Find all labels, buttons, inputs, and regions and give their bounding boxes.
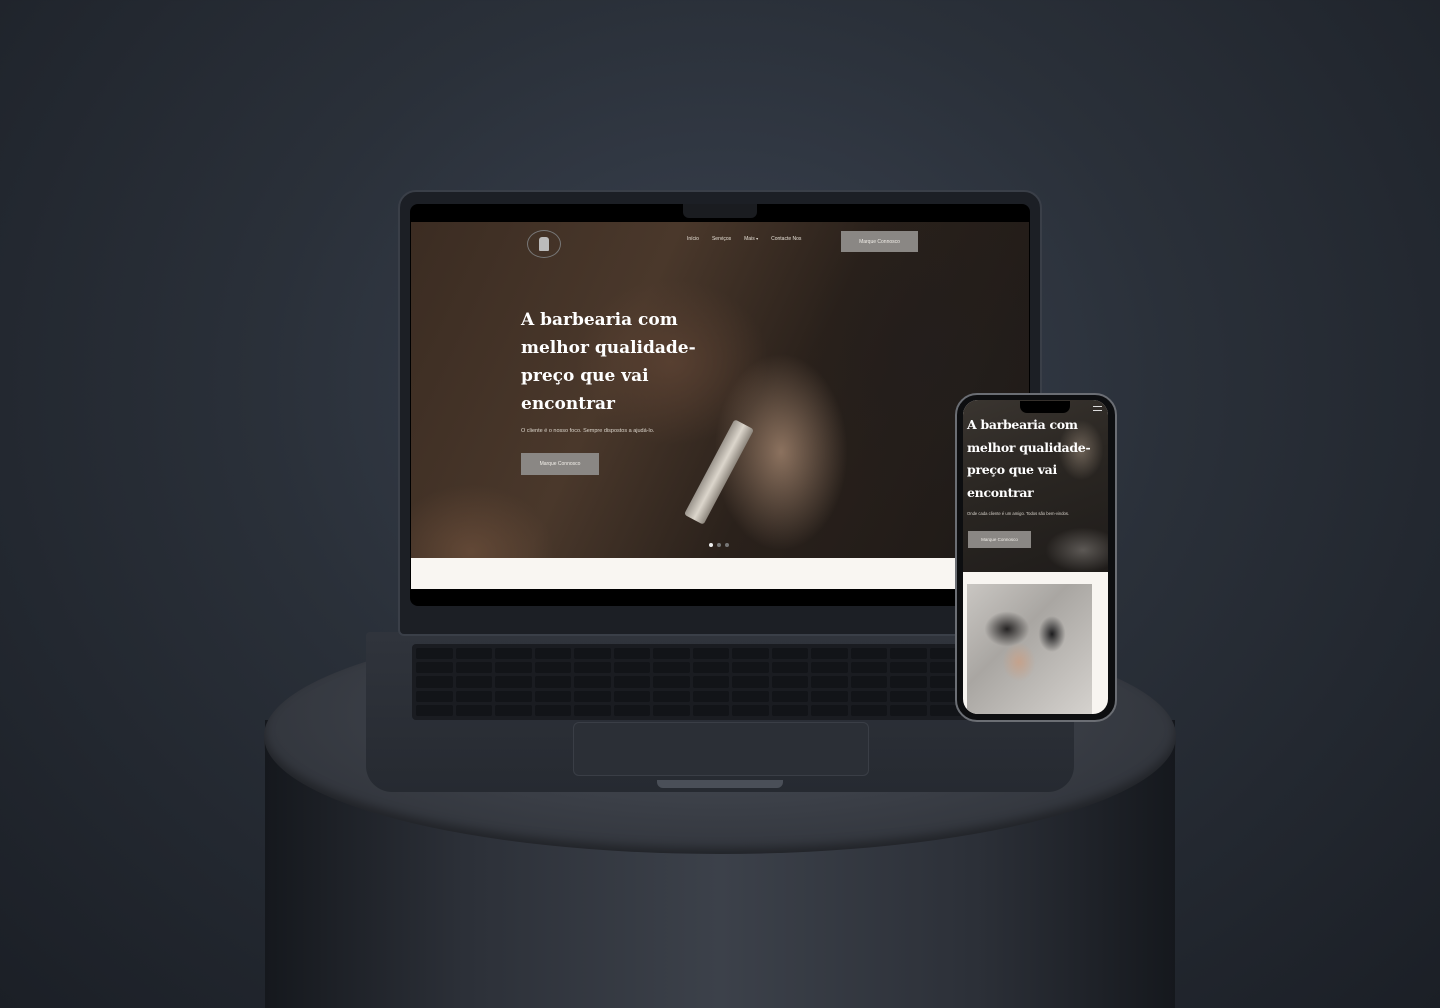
chevron-down-icon: ▾ bbox=[756, 236, 759, 241]
phone-hero-subtitle: Onde cada cliente é um amigo. Todos são … bbox=[967, 511, 1070, 516]
carousel-dot-1[interactable] bbox=[709, 543, 713, 547]
phone-dynamic-island bbox=[1020, 401, 1070, 413]
phone-haircut-photo bbox=[967, 584, 1092, 714]
nav-item-mais-label: Mais bbox=[744, 236, 755, 242]
phone-hero-title: A barbearia com melhor qualidade-preço q… bbox=[967, 417, 1091, 500]
nav-book-button[interactable]: Marque Connosco bbox=[841, 231, 918, 252]
carousel-dot-2[interactable] bbox=[717, 543, 721, 547]
carousel-dot-3[interactable] bbox=[725, 543, 729, 547]
laptop-screen: Início Serviços Mais ▾ Contacte Nos Marq… bbox=[411, 222, 1029, 589]
nav-item-servicos[interactable]: Serviços bbox=[712, 236, 731, 242]
nav-item-mais[interactable]: Mais ▾ bbox=[744, 236, 758, 242]
camera-notch bbox=[683, 204, 757, 218]
hero-book-button[interactable]: Marque Connosco bbox=[521, 453, 599, 475]
hero-subtitle: O cliente é o nosso foco. Sempre dispost… bbox=[521, 428, 655, 434]
hero-title: A barbearia com melhor qualidade-preço q… bbox=[521, 310, 696, 414]
nav-item-inicio[interactable]: Início bbox=[687, 236, 699, 242]
laptop-trackpad bbox=[573, 722, 869, 776]
site-nav: Início Serviços Mais ▾ Contacte Nos bbox=[687, 236, 814, 242]
barbershop-logo-icon[interactable] bbox=[527, 230, 561, 258]
laptop-base-lip bbox=[657, 780, 783, 788]
menu-icon[interactable] bbox=[1093, 406, 1102, 411]
phone-screen: A barbearia com melhor qualidade-preço q… bbox=[963, 400, 1108, 714]
laptop-keyboard bbox=[412, 644, 970, 720]
phone-book-button[interactable]: Marque Connosco bbox=[968, 531, 1031, 548]
carousel-dots bbox=[709, 543, 729, 547]
nav-item-contacte[interactable]: Contacte Nos bbox=[771, 236, 801, 242]
next-section bbox=[411, 558, 1029, 589]
hero-image bbox=[411, 222, 1029, 558]
